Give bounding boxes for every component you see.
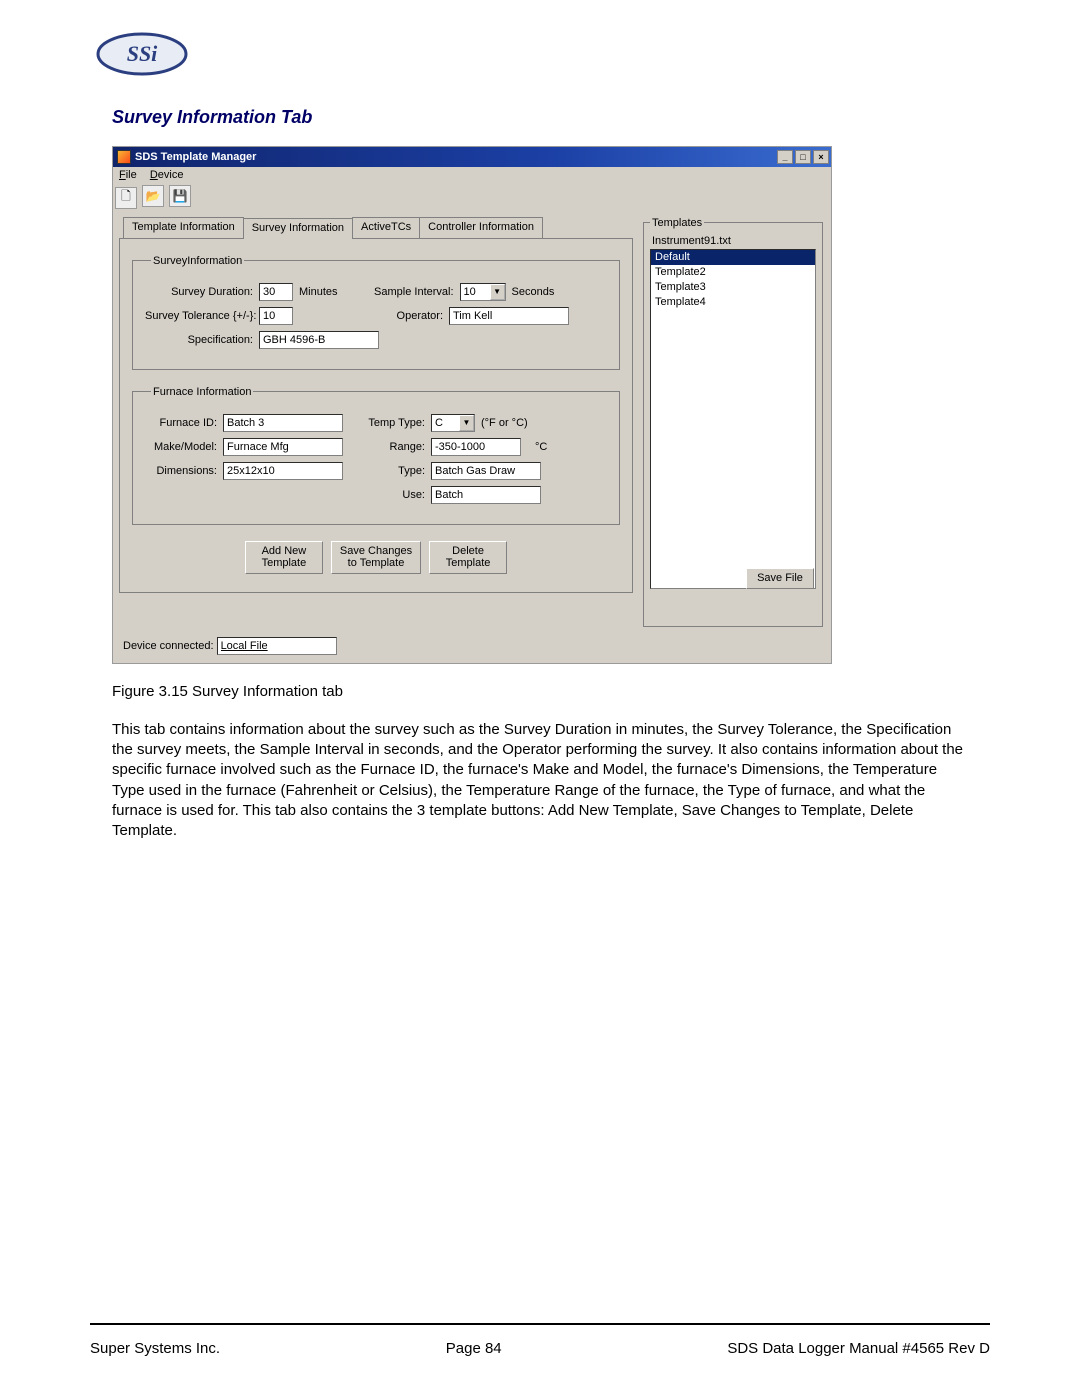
make-model-input[interactable] <box>223 438 343 456</box>
range-input[interactable] <box>431 438 521 456</box>
app-window: SDS Template Manager _ □ × File Device 🗋… <box>112 146 832 664</box>
type-label: Type: <box>361 465 425 477</box>
list-item[interactable]: Template4 <box>651 295 815 310</box>
range-label: Range: <box>361 441 425 453</box>
titlebar: SDS Template Manager _ □ × <box>113 147 831 167</box>
delete-template-button[interactable]: Delete Template <box>429 541 507 574</box>
menu-device[interactable]: Device <box>150 169 184 181</box>
svg-text:SSi: SSi <box>127 41 158 66</box>
tab-controller-information[interactable]: Controller Information <box>419 217 543 238</box>
operator-input[interactable] <box>449 307 569 325</box>
furnace-info-legend: Furnace Information <box>151 386 253 398</box>
survey-info-legend: SurveyInformation <box>151 255 244 267</box>
footer-left: Super Systems Inc. <box>90 1340 220 1357</box>
window-title: SDS Template Manager <box>135 151 256 163</box>
use-input[interactable] <box>431 486 541 504</box>
body-text: This tab contains information about the … <box>112 720 968 842</box>
survey-duration-input[interactable] <box>259 283 293 301</box>
survey-tolerance-label: Survey Tolerance {+/-}: <box>145 310 253 322</box>
maximize-button[interactable]: □ <box>795 150 811 164</box>
figure-caption: Figure 3.15 Survey Information tab <box>112 682 968 702</box>
toolbar-new-icon[interactable]: 🗋 <box>115 187 137 209</box>
minimize-button[interactable]: _ <box>777 150 793 164</box>
ssi-logo: SSi <box>92 30 990 83</box>
footer-right: SDS Data Logger Manual #4565 Rev D <box>727 1340 990 1357</box>
dimensions-input[interactable] <box>223 462 343 480</box>
minutes-label: Minutes <box>299 286 338 298</box>
menu-file[interactable]: File <box>119 169 137 181</box>
list-item[interactable]: Template2 <box>651 265 815 280</box>
toolbar-open-icon[interactable]: 📂 <box>142 185 164 207</box>
list-item[interactable]: Default <box>651 250 815 265</box>
specification-input[interactable] <box>259 331 379 349</box>
section-heading: Survey Information Tab <box>112 107 990 128</box>
add-new-template-button[interactable]: Add New Template <box>245 541 323 574</box>
furnace-information-group: Furnace Information Furnace ID: Make/Mod… <box>132 386 620 525</box>
range-unit: °C <box>535 441 547 453</box>
device-connected-value[interactable] <box>217 637 337 655</box>
type-input[interactable] <box>431 462 541 480</box>
sample-interval-select[interactable]: 10 ▼ <box>460 283 506 301</box>
templates-group: Templates Instrument91.txt DefaultTempla… <box>643 217 823 627</box>
tab-strip: Template Information Survey Information … <box>119 217 633 238</box>
toolbar-save-icon[interactable]: 💾 <box>169 185 191 207</box>
dimensions-label: Dimensions: <box>145 465 217 477</box>
survey-tolerance-input[interactable] <box>259 307 293 325</box>
temp-type-label: Temp Type: <box>361 417 425 429</box>
furnace-id-input[interactable] <box>223 414 343 432</box>
tab-template-information[interactable]: Template Information <box>123 217 244 238</box>
templates-legend: Templates <box>650 217 704 229</box>
close-button[interactable]: × <box>813 150 829 164</box>
temp-type-select[interactable]: C ▼ <box>431 414 475 432</box>
chevron-down-icon[interactable]: ▼ <box>490 284 505 300</box>
save-file-button[interactable]: Save File <box>746 568 814 589</box>
device-connected-label: Device connected: <box>123 640 214 652</box>
survey-information-group: SurveyInformation Survey Duration: Minut… <box>132 255 620 370</box>
make-model-label: Make/Model: <box>145 441 217 453</box>
chevron-down-icon[interactable]: ▼ <box>459 415 474 431</box>
list-item[interactable]: Template3 <box>651 280 815 295</box>
footer-rule <box>90 1323 990 1325</box>
save-changes-button[interactable]: Save Changes to Template <box>331 541 421 574</box>
app-icon <box>117 150 131 164</box>
toolbar: 🗋 📂 💾 <box>113 183 831 211</box>
tab-panel: SurveyInformation Survey Duration: Minut… <box>119 238 633 593</box>
specification-label: Specification: <box>145 334 253 346</box>
sample-interval-label: Sample Interval: <box>362 286 454 298</box>
page-footer: Super Systems Inc. Page 84 SDS Data Logg… <box>90 1340 990 1357</box>
survey-duration-label: Survey Duration: <box>145 286 253 298</box>
tab-survey-information[interactable]: Survey Information <box>243 218 353 239</box>
menubar: File Device <box>113 167 831 183</box>
footer-center: Page 84 <box>446 1340 502 1357</box>
temp-type-hint: (°F or °C) <box>481 417 528 429</box>
seconds-label: Seconds <box>512 286 555 298</box>
furnace-id-label: Furnace ID: <box>145 417 217 429</box>
templates-listbox[interactable]: DefaultTemplate2Template3Template4 <box>650 249 816 589</box>
tab-active-tcs[interactable]: ActiveTCs <box>352 217 420 238</box>
use-label: Use: <box>361 489 425 501</box>
templates-filename: Instrument91.txt <box>652 235 816 247</box>
operator-label: Operator: <box>299 310 443 322</box>
